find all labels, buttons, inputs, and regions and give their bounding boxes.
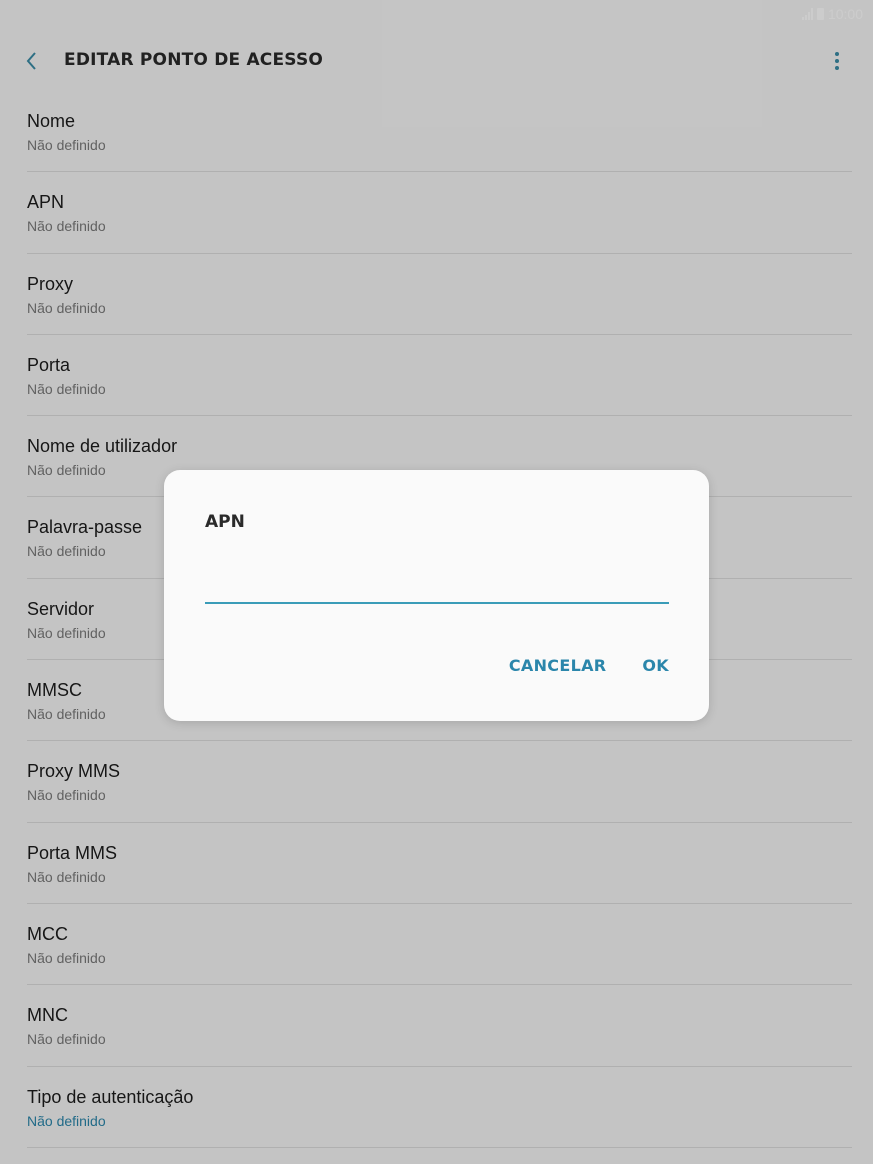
apn-input[interactable] (205, 566, 669, 604)
ok-button[interactable]: OK (642, 656, 669, 675)
screen: 10:00 EDITAR PONTO DE ACESSO Nome Não de… (0, 0, 873, 1164)
apn-dialog: APN CANCELAR OK (164, 470, 709, 721)
dialog-title: APN (205, 512, 245, 532)
cancel-button[interactable]: CANCELAR (509, 656, 607, 675)
dialog-actions: CANCELAR OK (509, 656, 669, 675)
